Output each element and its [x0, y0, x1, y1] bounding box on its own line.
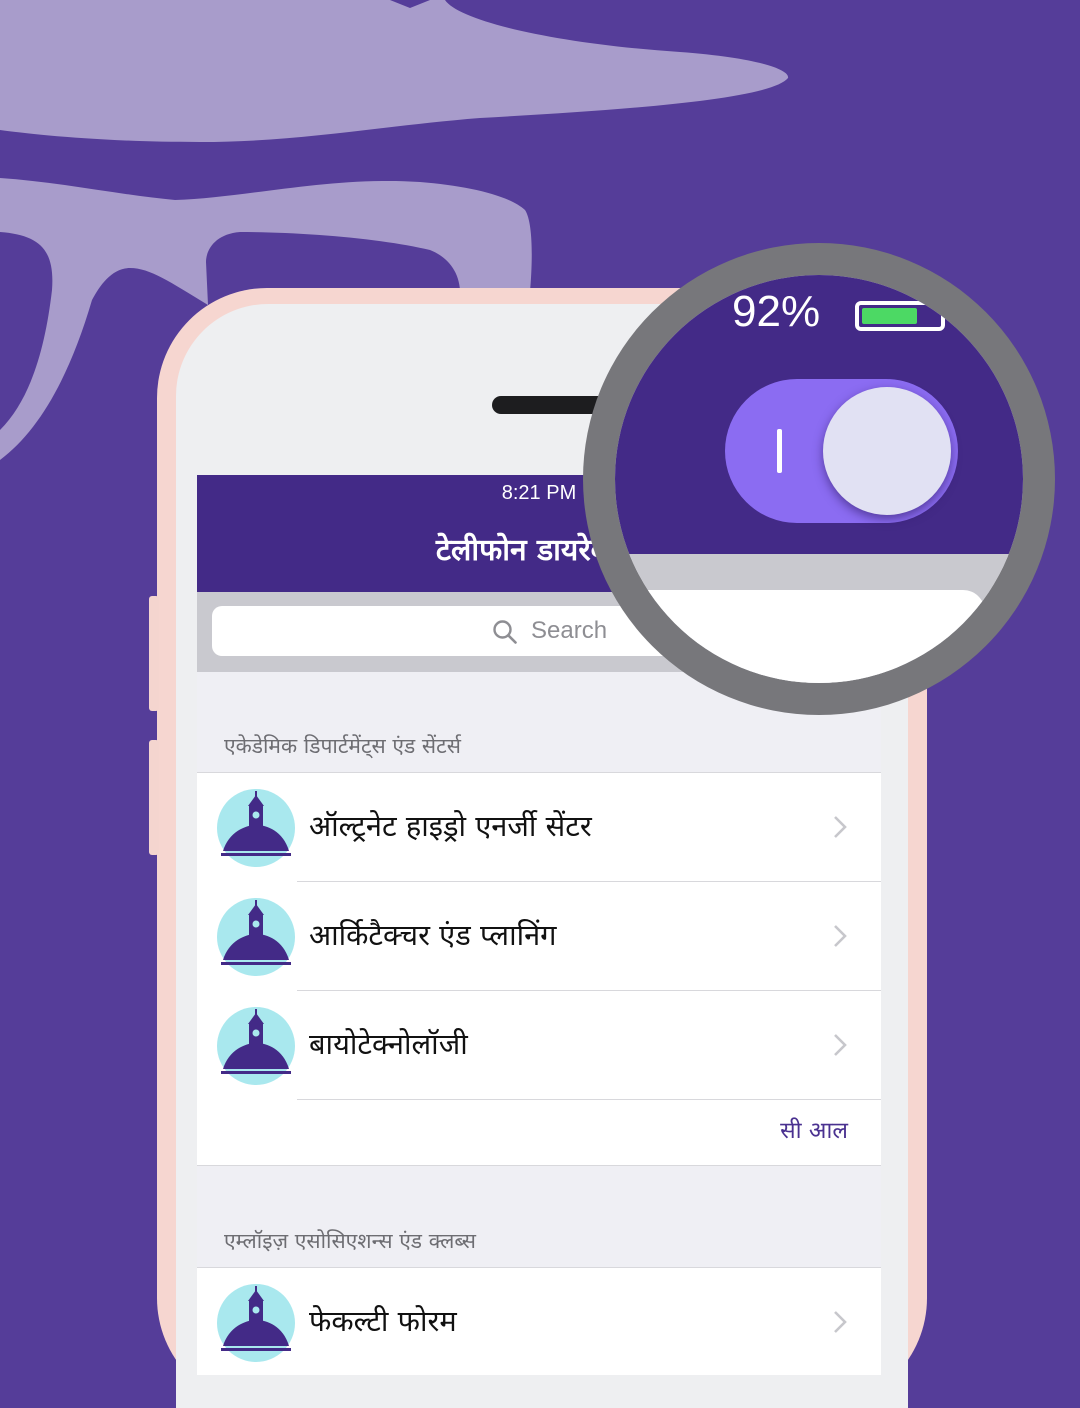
- battery-level-fill: [862, 308, 917, 324]
- zoomed-navigation-bar: 92%: [615, 275, 1023, 554]
- building-dome-icon: [217, 789, 295, 867]
- toggle-knob: [823, 387, 951, 515]
- see-all-row: सी आल: [197, 1100, 881, 1165]
- see-all-link[interactable]: सी आल: [780, 1116, 848, 1146]
- list-item-label: ऑल्ट्रनेट हाइड्रो एनर्जी सेंटर: [309, 809, 592, 843]
- list-item[interactable]: आर्किटैक्चर एंड प्लानिंग: [197, 882, 881, 991]
- chevron-right-icon: [834, 925, 847, 947]
- section-list: फेकल्टी फोरम: [197, 1267, 881, 1375]
- search-icon: [493, 620, 517, 644]
- side-button: [149, 596, 159, 711]
- side-button: [149, 740, 159, 855]
- chevron-right-icon: [834, 816, 847, 838]
- section-list: ऑल्ट्रनेट हाइड्रो एनर्जी सेंटर आर्किटैक्…: [197, 772, 881, 1166]
- building-dome-icon: [217, 898, 295, 976]
- battery-percentage: 92%: [732, 287, 821, 336]
- battery-icon: [855, 301, 945, 331]
- chevron-right-icon: [834, 1034, 847, 1056]
- list-item[interactable]: बायोटेक्नोलॉजी: [197, 991, 881, 1100]
- language-toggle-switch[interactable]: [725, 379, 958, 523]
- section-header: एकेडेमिक डिपार्टमेंट्स एंड सेंटर्स: [224, 734, 461, 758]
- chevron-right-icon: [834, 1311, 847, 1333]
- hat-brim-shape: [0, 0, 789, 142]
- search-placeholder: Search: [531, 617, 608, 644]
- building-dome-icon: [217, 1007, 295, 1085]
- building-dome-icon: [217, 1284, 295, 1362]
- zoomed-search-area: [615, 554, 1023, 683]
- list-item[interactable]: ऑल्ट्रनेट हाइड्रो एनर्जी सेंटर: [197, 773, 881, 882]
- magnifier-callout: 92%: [583, 243, 1055, 715]
- section-header: एम्लॉइज़ एसोसिएशन्स एंड क्लब्स: [224, 1229, 476, 1253]
- list-item-label: बायोटेक्नोलॉजी: [309, 1027, 468, 1061]
- list-item-label: आर्किटैक्चर एंड प्लानिंग: [309, 918, 557, 952]
- magnifier-lens: 92%: [615, 275, 1023, 683]
- zoomed-search-input: [615, 590, 985, 683]
- list-item[interactable]: फेकल्टी फोरम: [197, 1268, 881, 1375]
- list-item-label: फेकल्टी फोरम: [309, 1304, 457, 1338]
- toggle-on-mark: [777, 429, 782, 473]
